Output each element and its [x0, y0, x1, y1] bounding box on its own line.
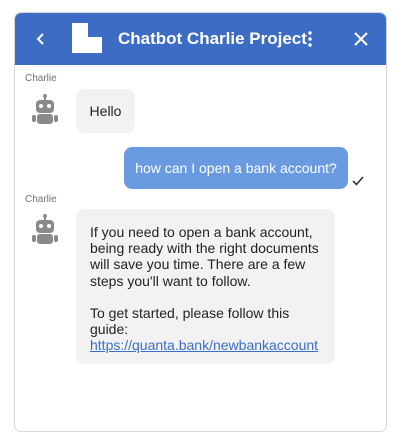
message-paragraph: If you need to open a bank account, bein… — [90, 224, 319, 289]
robot-icon — [32, 214, 58, 244]
message-bubble-incoming: Hello — [76, 89, 135, 133]
close-icon — [354, 32, 368, 46]
sender-name: Charlie — [25, 73, 57, 84]
sender-name: Charlie — [25, 194, 57, 205]
guide-link[interactable]: https://quanta.bank/newbankaccount — [90, 337, 318, 353]
chat-title: Chatbot Charlie Project — [118, 29, 307, 48]
chat-window: Chatbot Charlie Project Charlie Hello ho… — [14, 12, 387, 432]
robot-icon — [32, 94, 58, 124]
back-button[interactable] — [29, 27, 53, 51]
more-options-button[interactable] — [298, 27, 322, 51]
chevron-left-icon — [36, 33, 44, 45]
app-logo-icon — [72, 23, 102, 53]
message-bubble-outgoing: how can I open a bank account? — [124, 147, 348, 189]
message-bubble-incoming: If you need to open a bank account, bein… — [76, 209, 335, 364]
chat-header: Chatbot Charlie Project — [15, 13, 386, 65]
check-icon — [352, 176, 364, 186]
message-paragraph: To get started, please follow this guide… — [90, 304, 290, 338]
more-vertical-icon — [308, 31, 312, 47]
close-button[interactable] — [349, 27, 373, 51]
